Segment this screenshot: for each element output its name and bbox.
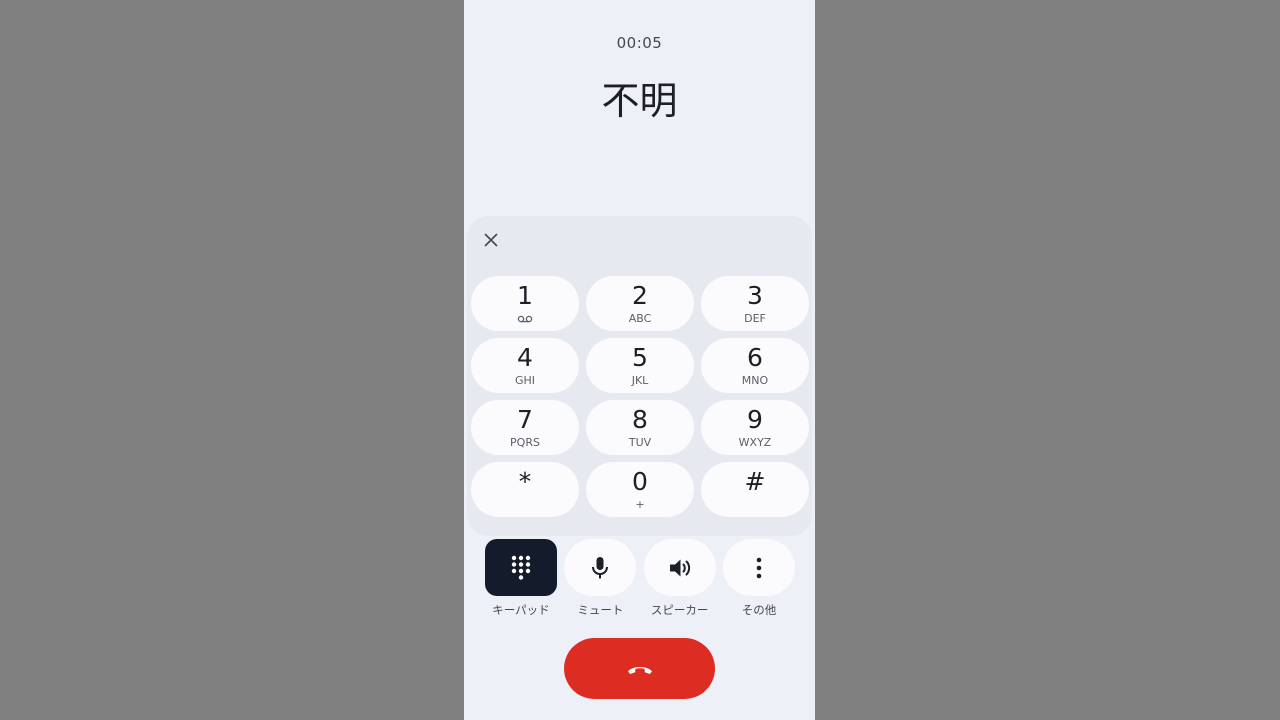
mute-control: ミュート [563,539,637,618]
key-digit: 1 [517,281,533,310]
speaker-icon [669,559,690,576]
key-digit: 7 [517,405,533,434]
key-digit: 8 [632,405,648,434]
voicemail-icon [517,315,533,322]
key-hash[interactable]: # [701,462,809,517]
key-6[interactable]: 6 MNO [701,338,809,393]
speaker-button[interactable] [643,539,716,596]
key-letters: DEF [744,312,766,325]
close-keypad-button[interactable] [477,226,505,254]
key-letters: TUV [628,436,652,449]
key-digit: 9 [747,405,763,434]
key-digit: 5 [632,343,648,372]
call-timer: 00:05 [616,34,663,52]
key-digit: 3 [747,281,763,310]
key-letters: WXYZ [738,436,772,449]
hang-up-icon [627,666,652,674]
key-9[interactable]: 9 WXYZ [701,400,809,455]
dialpad-icon [511,555,531,580]
end-call-button[interactable] [564,638,715,699]
caller-name: 不明 [601,79,678,123]
call-controls: キーパッド ミュート スピーカー その他 [484,539,796,618]
key-2[interactable]: 2 ABC [586,276,694,331]
more-vert-icon [756,557,762,578]
speaker-label: スピーカー [650,603,709,617]
key-letters: ABC [628,312,652,325]
key-digit: * [518,467,532,496]
key-3[interactable]: 3 DEF [701,276,809,331]
phone-screen: 00:05 不明 1 2 ABC 3 DEF 4 GHI 5 JKL 6 MNO… [464,0,815,720]
keypad-button[interactable] [485,539,557,596]
keypad-control: キーパッド [484,539,558,618]
key-digit: # [744,467,766,496]
key-sub [517,312,533,325]
key-letters: JKL [631,374,649,387]
speaker-control: スピーカー [643,539,717,618]
key-7[interactable]: 7 PQRS [471,400,579,455]
microphone-icon [592,556,609,578]
key-4[interactable]: 4 GHI [471,338,579,393]
key-letters: MNO [741,374,769,387]
key-digit: 2 [632,281,648,310]
key-8[interactable]: 8 TUV [586,400,694,455]
mute-button[interactable] [564,539,637,596]
more-control: その他 [722,539,796,618]
key-letters: PQRS [510,436,540,449]
close-icon [484,233,498,247]
dial-keys: 1 2 ABC 3 DEF 4 GHI 5 JKL 6 MNO 7 PQRS 8… [471,276,809,517]
key-0[interactable]: 0 + [586,462,694,517]
key-star[interactable]: * [471,462,579,517]
key-digit: 4 [517,343,533,372]
key-letters: + [635,498,645,511]
key-letters: GHI [514,374,536,387]
more-button[interactable] [722,539,795,596]
more-label: その他 [741,603,777,617]
keypad-label: キーパッド [492,603,550,617]
key-digit: 0 [632,467,648,496]
key-5[interactable]: 5 JKL [586,338,694,393]
keypad-sheet: 1 2 ABC 3 DEF 4 GHI 5 JKL 6 MNO 7 PQRS 8… [467,216,812,536]
stage: 00:05 不明 1 2 ABC 3 DEF 4 GHI 5 JKL 6 MNO… [0,0,1280,720]
key-digit: 6 [747,343,763,372]
mute-label: ミュート [577,603,624,617]
key-1[interactable]: 1 [471,276,579,331]
